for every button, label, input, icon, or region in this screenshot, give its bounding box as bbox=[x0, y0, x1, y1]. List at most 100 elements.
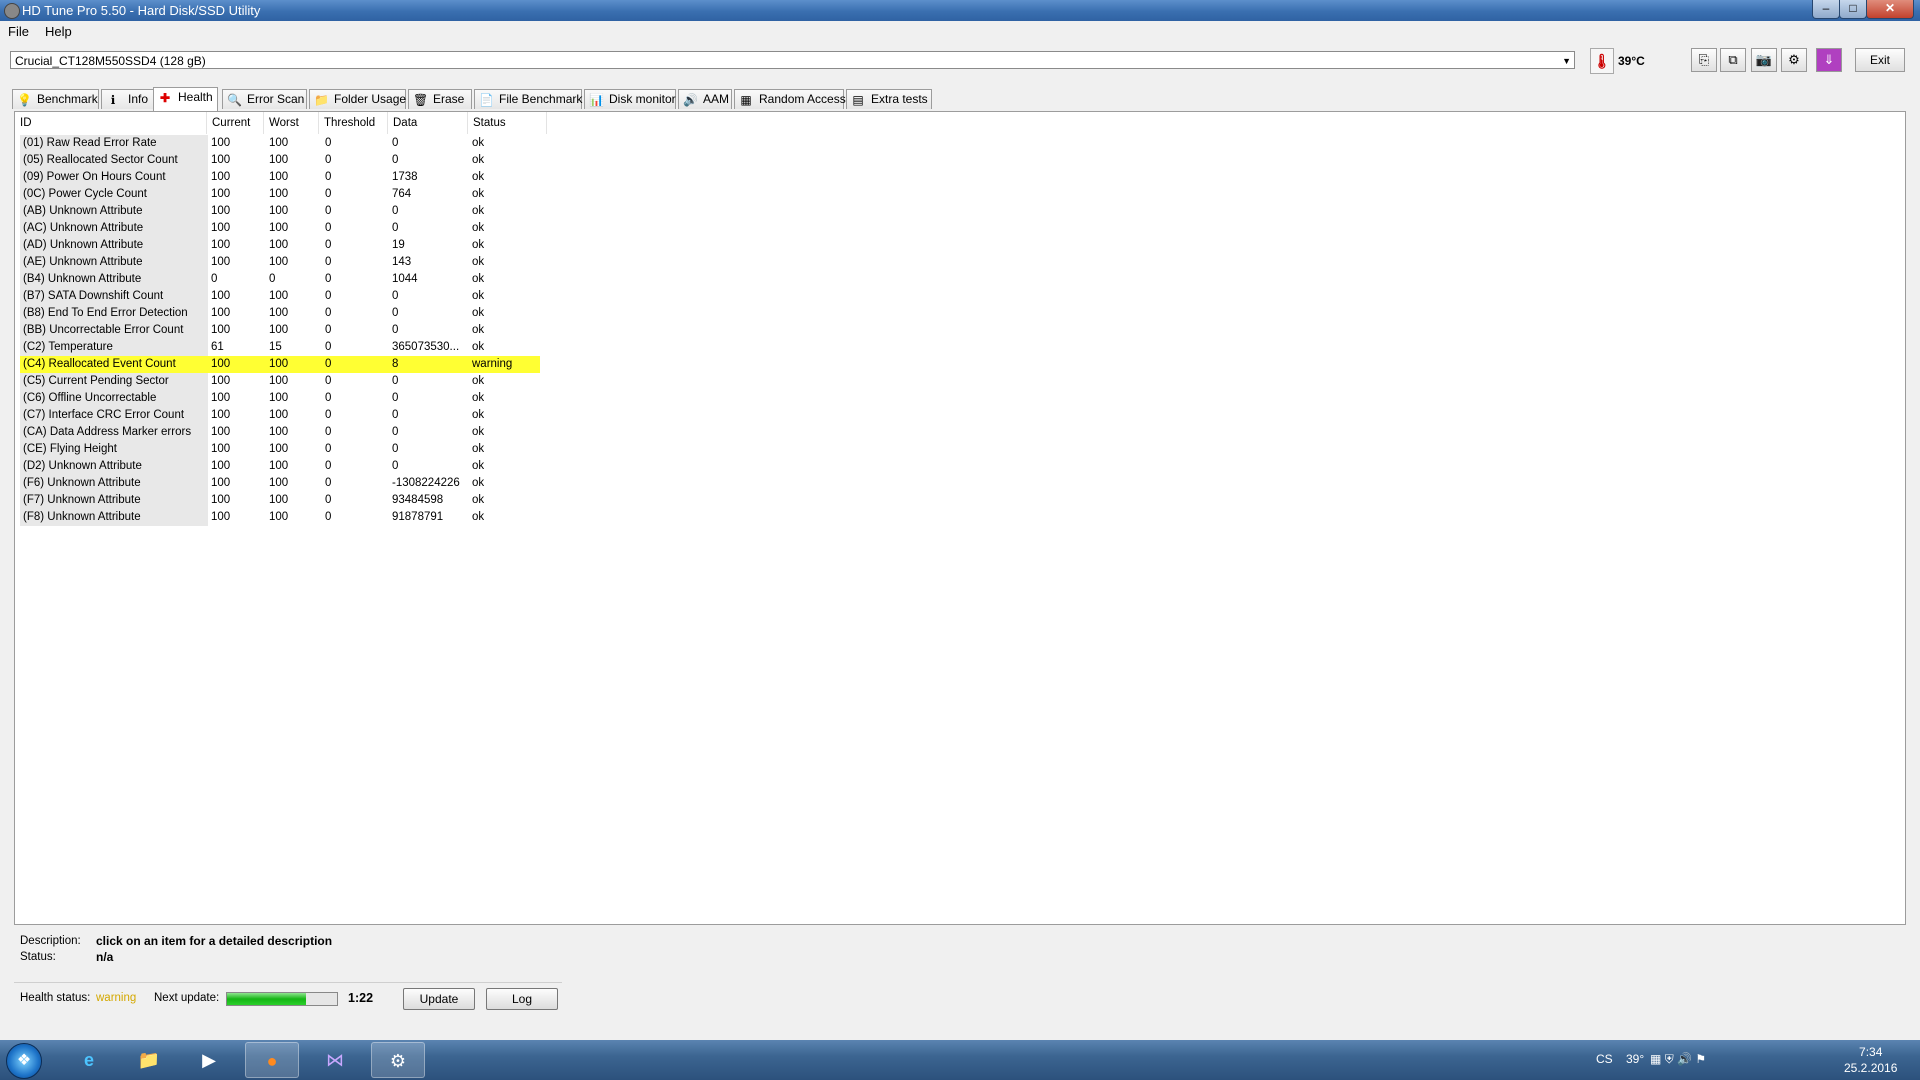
table-row[interactable]: (AE) Unknown Attribute 100 100 0 143 ok bbox=[20, 254, 540, 271]
tab-extra-tests[interactable]: ▤ Extra tests bbox=[846, 89, 932, 109]
magnifier-icon: 🔍 bbox=[227, 93, 242, 107]
network-icon[interactable]: ▦ bbox=[1650, 1052, 1661, 1066]
taskbar-ie[interactable]: e bbox=[62, 1042, 116, 1078]
menu-file[interactable]: File bbox=[8, 22, 29, 42]
cell-status: ok bbox=[472, 341, 485, 353]
taskbar-explorer[interactable]: 📁 bbox=[122, 1042, 176, 1078]
cell-threshold: 0 bbox=[325, 443, 332, 455]
shield-icon[interactable]: ⛨ bbox=[1665, 1052, 1674, 1066]
table-row[interactable]: (09) Power On Hours Count 100 100 0 1738 ok bbox=[20, 169, 540, 186]
cell-worst: 100 bbox=[269, 137, 289, 149]
tab-health[interactable]: ✚ Health bbox=[153, 87, 218, 111]
table-row[interactable]: (C4) Reallocated Event Count 100 100 0 8 warn… bbox=[20, 356, 540, 373]
flag-icon[interactable]: ⚑ bbox=[1695, 1052, 1706, 1066]
column-header-status[interactable]: Status bbox=[468, 112, 547, 134]
cell-current: 61 bbox=[211, 341, 224, 353]
cell-worst: 100 bbox=[269, 222, 289, 234]
description-label: Description: bbox=[20, 935, 81, 947]
tab-label: Health bbox=[178, 90, 213, 104]
table-row[interactable]: (F6) Unknown Attribute 100 100 0 -1308224226… bbox=[20, 475, 540, 492]
minimize-button[interactable]: – bbox=[1812, 0, 1840, 19]
table-row[interactable]: (C2) Temperature 61 15 0 365073530... ok bbox=[20, 339, 540, 356]
taskbar-hdtune[interactable]: ⚙ bbox=[371, 1042, 425, 1078]
table-row[interactable]: (0C) Power Cycle Count 100 100 0 764 ok bbox=[20, 186, 540, 203]
cell-worst: 100 bbox=[269, 205, 289, 217]
close-button[interactable]: ✕ bbox=[1866, 0, 1914, 19]
cell-threshold: 0 bbox=[325, 205, 332, 217]
table-row[interactable]: (AB) Unknown Attribute 100 100 0 0 ok bbox=[20, 203, 540, 220]
cell-status: ok bbox=[472, 222, 485, 234]
cell-threshold: 0 bbox=[325, 477, 332, 489]
cell-current: 100 bbox=[211, 358, 231, 370]
tray-icons[interactable]: ▦ ⛨ 🔊 ⚑ bbox=[1650, 1052, 1706, 1067]
update-button[interactable]: Update bbox=[403, 988, 475, 1010]
taskbar-media-player[interactable]: ▶ bbox=[182, 1042, 236, 1078]
cell-current: 100 bbox=[211, 443, 231, 455]
table-row[interactable]: (B4) Unknown Attribute 0 0 0 1044 ok bbox=[20, 271, 540, 288]
tab-erase[interactable]: 🗑 Erase bbox=[408, 89, 472, 109]
drive-select[interactable]: Crucial_CT128M550SSD4 (128 gB) ▼ bbox=[10, 51, 1575, 69]
cell-status: ok bbox=[472, 307, 485, 319]
cell-worst: 100 bbox=[269, 256, 289, 268]
log-button[interactable]: Log bbox=[486, 988, 558, 1010]
table-row[interactable]: (CE) Flying Height 100 100 0 0 ok bbox=[20, 441, 540, 458]
tab-file-benchmark[interactable]: 📄 File Benchmark bbox=[474, 89, 582, 109]
cell-id: (AB) Unknown Attribute bbox=[20, 203, 208, 220]
clock[interactable]: 7:34 25.2.2016 bbox=[1844, 1044, 1897, 1076]
table-row[interactable]: (AD) Unknown Attribute 100 100 0 19 ok bbox=[20, 237, 540, 254]
table-row[interactable]: (CA) Data Address Marker errors 100 100 0 0 o… bbox=[20, 424, 540, 441]
table-row[interactable]: (B7) SATA Downshift Count 100 100 0 0 ok bbox=[20, 288, 540, 305]
taskbar-visual-studio[interactable]: ⋈ bbox=[308, 1042, 362, 1078]
tab-error-scan[interactable]: 🔍 Error Scan bbox=[222, 89, 307, 109]
taskbar-firefox[interactable]: ● bbox=[245, 1042, 299, 1078]
internet-explorer-icon: e bbox=[83, 1050, 94, 1070]
cell-data: 0 bbox=[392, 460, 399, 472]
temperature-readout: 39°C bbox=[1618, 54, 1645, 68]
column-header-threshold[interactable]: Threshold bbox=[319, 112, 388, 134]
table-row[interactable]: (BB) Uncorrectable Error Count 100 100 0 0 ok bbox=[20, 322, 540, 339]
options-button[interactable]: ⚙ bbox=[1781, 48, 1807, 72]
column-header-worst[interactable]: Worst bbox=[264, 112, 319, 134]
tab-disk-monitor[interactable]: 📊 Disk monitor bbox=[584, 89, 676, 109]
table-row[interactable]: (C6) Offline Uncorrectable 100 100 0 0 ok bbox=[20, 390, 540, 407]
table-row[interactable]: (AC) Unknown Attribute 100 100 0 0 ok bbox=[20, 220, 540, 237]
status-value: n/a bbox=[96, 950, 114, 964]
cell-status: ok bbox=[472, 460, 485, 472]
table-row[interactable]: (05) Reallocated Sector Count 100 100 0 0 ok bbox=[20, 152, 540, 169]
table-row[interactable]: (C7) Interface CRC Error Count 100 100 0 0 ok bbox=[20, 407, 540, 424]
table-row[interactable]: (01) Raw Read Error Rate 100 100 0 0 ok bbox=[20, 135, 540, 152]
tab-benchmark[interactable]: 💡 Benchmark bbox=[12, 89, 99, 109]
volume-icon[interactable]: 🔊 bbox=[1677, 1052, 1692, 1066]
screenshot-button[interactable]: 📷 bbox=[1751, 48, 1777, 72]
copy-text-button[interactable]: ⎘ bbox=[1691, 48, 1717, 72]
column-header-id[interactable]: ID bbox=[15, 112, 207, 134]
maximize-button[interactable]: □ bbox=[1839, 0, 1867, 19]
cell-data: 0 bbox=[392, 205, 399, 217]
table-row[interactable]: (F7) Unknown Attribute 100 100 0 93484598 ok bbox=[20, 492, 540, 509]
cell-threshold: 0 bbox=[325, 511, 332, 523]
exit-button[interactable]: Exit bbox=[1855, 48, 1905, 72]
tab-folder-usage[interactable]: 📁 Folder Usage bbox=[309, 89, 406, 109]
cell-current: 100 bbox=[211, 324, 231, 336]
cell-id: (F7) Unknown Attribute bbox=[20, 492, 208, 509]
column-header-data[interactable]: Data bbox=[388, 112, 468, 134]
table-row[interactable]: (B8) End To End Error Detection 100 100 0 0 o… bbox=[20, 305, 540, 322]
cell-threshold: 0 bbox=[325, 358, 332, 370]
table-row[interactable]: (D2) Unknown Attribute 100 100 0 0 ok bbox=[20, 458, 540, 475]
table-row[interactable]: (F8) Unknown Attribute 100 100 0 91878791 ok bbox=[20, 509, 540, 526]
table-row[interactable]: (C5) Current Pending Sector 100 100 0 0 ok bbox=[20, 373, 540, 390]
tray-language[interactable]: CS bbox=[1596, 1052, 1613, 1066]
tab-random-access[interactable]: ▦ Random Access bbox=[734, 89, 846, 109]
health-panel: ID Current Worst Threshold Data Status (… bbox=[14, 111, 1906, 925]
start-button[interactable]: ❖ bbox=[6, 1043, 42, 1079]
health-status-value: warning bbox=[96, 992, 137, 1004]
tab-aam[interactable]: 🔊 AAM bbox=[678, 89, 732, 109]
menu-help[interactable]: Help bbox=[45, 22, 72, 42]
tray-temperature[interactable]: 39° bbox=[1626, 1052, 1644, 1066]
save-button[interactable]: ⇓ bbox=[1816, 48, 1842, 72]
cell-current: 100 bbox=[211, 137, 231, 149]
column-header-current[interactable]: Current bbox=[207, 112, 264, 134]
cell-status: ok bbox=[472, 239, 485, 251]
chevron-down-icon[interactable]: ▼ bbox=[1562, 52, 1571, 70]
copy-all-button[interactable]: ⧉ bbox=[1720, 48, 1746, 72]
